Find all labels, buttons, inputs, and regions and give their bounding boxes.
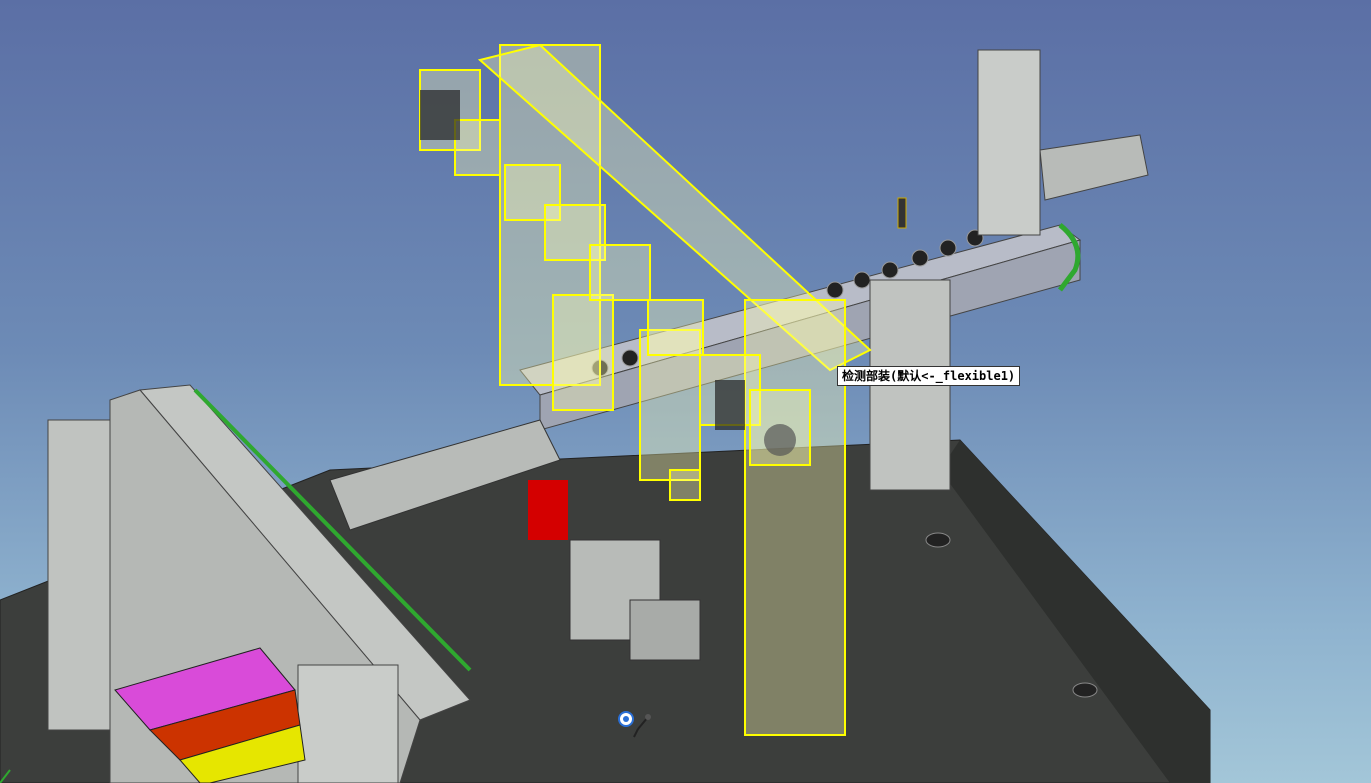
front-post (297, 664, 399, 783)
mounting-hole (925, 532, 951, 548)
sensor[interactable] (897, 197, 907, 229)
red-block (528, 480, 568, 540)
assembly-model[interactable] (0, 0, 1371, 783)
hover-tooltip: 检测部装(默认<-_flexible1) (837, 366, 1021, 386)
mounting-hole (1072, 682, 1098, 698)
select-pointer-icon (618, 711, 651, 738)
linear-slide[interactable] (1039, 134, 1149, 201)
bracket-block (629, 599, 701, 661)
cad-3d-viewport[interactable]: 检测部装(默认<-_flexible1) (0, 0, 1371, 783)
right-post[interactable] (977, 49, 1041, 236)
